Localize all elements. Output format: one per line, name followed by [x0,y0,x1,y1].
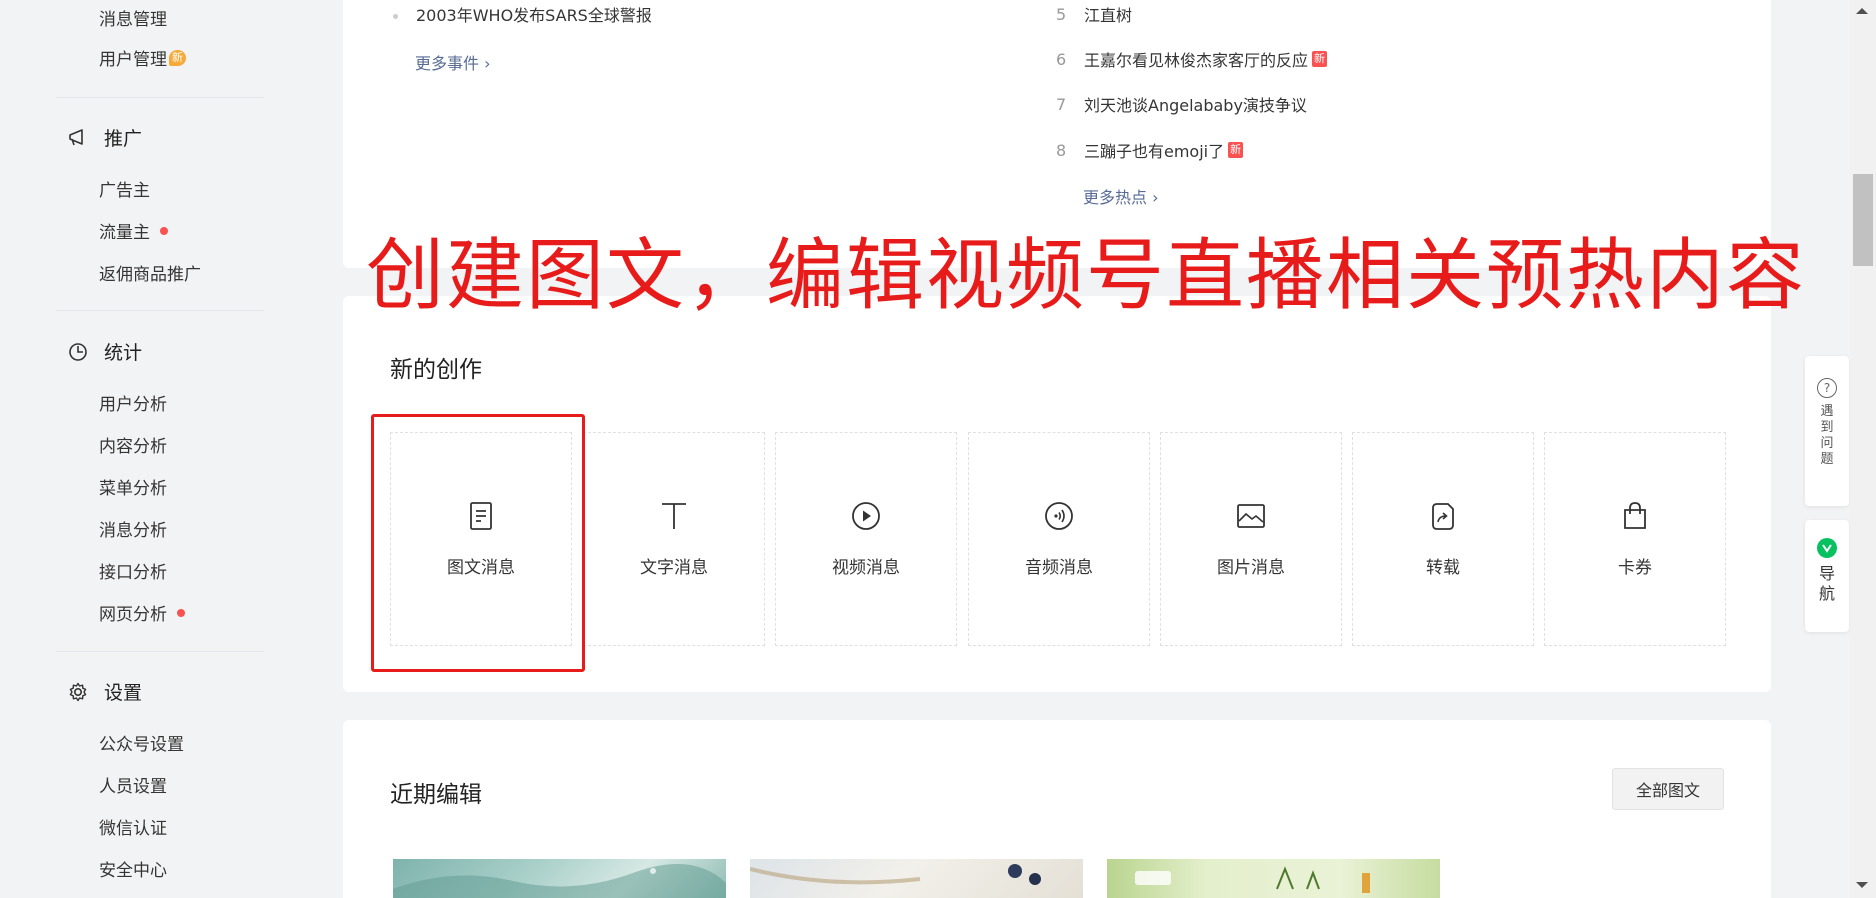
question-icon: ? [1817,378,1837,398]
more-events-link[interactable]: 更多事件 › [415,50,491,74]
notification-dot [160,226,168,235]
overlay-caption: 创建图文，编辑视频号直播相关预热内容 [366,231,1807,321]
navigation-icon [1817,538,1837,558]
scrollbar-track[interactable] [1850,0,1876,898]
sidebar-divider [56,310,264,311]
help-text: 遇到问题 [1820,404,1834,467]
new-badge: 新 [1228,142,1244,158]
navigation-widget[interactable]: 导航 [1805,520,1849,632]
new-badge: 新 [1312,51,1328,67]
create-image-tile[interactable]: 图片消息 [1160,432,1342,646]
sidebar-item-message-analysis[interactable]: 消息分析 [99,516,167,541]
hot-item[interactable]: 5 江直树 [1056,2,1132,26]
create-section-title: 新的创作 [390,357,482,383]
gear-icon [66,680,90,704]
text-icon [659,501,689,531]
scroll-down-arrow-icon[interactable] [1856,882,1868,888]
repost-icon [1428,501,1458,531]
hot-item[interactable]: 6 王嘉尔看见林俊杰家客厅的反应 新 [1056,47,1328,71]
create-audio-tile[interactable]: 音频消息 [968,432,1150,646]
create-video-tile[interactable]: 视频消息 [775,432,957,646]
create-text-tile[interactable]: 文字消息 [583,432,765,646]
navigation-text: 导航 [1818,564,1835,603]
hot-item[interactable]: 8 三蹦子也有emoji了 新 [1056,138,1244,162]
recent-section-title: 近期编辑 [390,782,482,808]
sidebar-item-menu-analysis[interactable]: 菜单分析 [99,474,167,499]
notification-dot [177,608,185,617]
audio-icon [1044,501,1074,531]
sidebar-item-users[interactable]: 用户管理 新 [99,45,186,70]
highlight-annotation-box [371,414,585,672]
article-thumbnail[interactable] [1107,859,1440,898]
sidebar-item-messages[interactable]: 消息管理 [99,5,167,30]
sidebar-item-wechat-verify[interactable]: 微信认证 [99,814,167,839]
new-badge: 新 [169,49,186,66]
sidebar-item-security-center[interactable]: 安全中心 [99,856,167,881]
sidebar-section-promotion[interactable]: 推广 [66,124,142,151]
help-widget[interactable]: ? 遇到问题 [1805,356,1849,506]
article-thumbnail[interactable] [393,859,726,898]
video-icon [851,501,881,531]
sidebar: 消息管理 用户管理 新 推广 广告主 流量主 返佣商品推广 统计 用户分析 内容… [0,0,300,898]
create-coupon-tile[interactable]: 卡券 [1544,432,1726,646]
sidebar-item-traffic-owner[interactable]: 流量主 [99,218,168,243]
all-articles-button[interactable]: 全部图文 [1612,768,1724,810]
clock-icon [66,340,90,364]
sidebar-item-account-settings[interactable]: 公众号设置 [99,730,184,755]
sidebar-item-staff-settings[interactable]: 人员设置 [99,772,167,797]
hot-item[interactable]: 7 刘天池谈Angelababy演技争议 [1056,92,1307,116]
scroll-up-arrow-icon[interactable] [1856,8,1868,14]
more-hot-link[interactable]: 更多热点 › [1083,184,1159,208]
article-thumbnail[interactable] [750,859,1083,898]
scrollbar-thumb[interactable] [1853,174,1873,266]
event-item[interactable]: 2003年WHO发布SARS全球警报 [393,2,652,26]
create-repost-tile[interactable]: 转载 [1352,432,1534,646]
sidebar-item-user-analysis[interactable]: 用户分析 [99,390,167,415]
sidebar-divider [56,97,264,98]
coupon-icon [1620,501,1650,531]
sidebar-section-settings[interactable]: 设置 [66,678,142,705]
megaphone-icon [66,126,90,150]
sidebar-item-web-analysis[interactable]: 网页分析 [99,600,185,625]
news-card [343,0,1771,268]
image-icon [1236,501,1266,531]
sidebar-item-commission-promo[interactable]: 返佣商品推广 [99,260,201,285]
sidebar-item-content-analysis[interactable]: 内容分析 [99,432,167,457]
sidebar-section-stats[interactable]: 统计 [66,338,142,365]
sidebar-item-advertiser[interactable]: 广告主 [99,176,150,201]
sidebar-item-api-analysis[interactable]: 接口分析 [99,558,167,583]
sidebar-divider [56,651,264,652]
